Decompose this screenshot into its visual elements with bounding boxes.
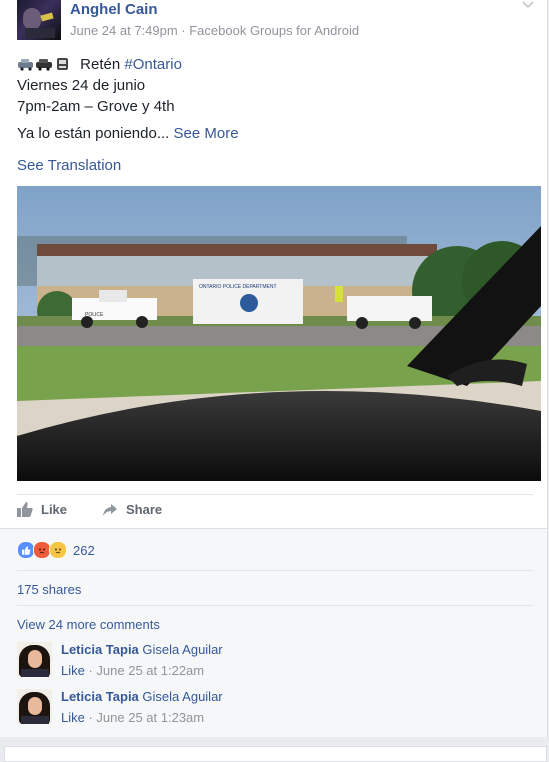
trailer-sign: ONTARIO POLICE DEPARTMENT	[199, 284, 277, 290]
comment-meta: Like · June 25 at 1:23am	[61, 710, 204, 725]
author-name[interactable]: Anghel Cain	[70, 1, 158, 18]
tagged-user[interactable]: Gisela Aguilar	[142, 689, 222, 704]
share-label: Share	[126, 502, 163, 517]
see-more-link[interactable]: See More	[174, 125, 239, 142]
commenter-avatar[interactable]	[17, 689, 52, 724]
see-translation-link[interactable]: See Translation	[17, 157, 121, 174]
shares-count[interactable]: 175 shares	[17, 582, 81, 597]
like-label: Like	[41, 502, 68, 517]
commenter-name[interactable]: Leticia Tapia	[61, 689, 139, 704]
thumbs-up-icon	[17, 502, 33, 517]
post-line-3: 7pm-2am – Grove y 4th	[17, 98, 175, 115]
comment-time: · June 25 at 1:23am	[88, 710, 205, 725]
next-post-card	[4, 746, 547, 762]
photo-scene: ONTARIO POLICE DEPARTMENT POLICE	[17, 186, 541, 481]
divider	[17, 570, 533, 571]
commenter-name[interactable]: Leticia Tapia	[61, 642, 139, 657]
author-avatar[interactable]	[17, 0, 61, 40]
comment-header: Leticia Tapia Gisela Aguilar	[61, 689, 223, 704]
post-word: Retén	[80, 56, 121, 73]
share-arrow-icon	[103, 503, 117, 516]
tagged-user[interactable]: Gisela Aguilar	[142, 642, 222, 657]
post-line-1: Retén #Ontario	[17, 56, 182, 73]
divider	[17, 494, 533, 495]
post-line-4: Ya lo están poniendo... See More	[17, 125, 239, 142]
sad-reaction-icon	[49, 541, 67, 559]
post-photo[interactable]: ONTARIO POLICE DEPARTMENT POLICE	[17, 186, 541, 481]
commenter-avatar[interactable]	[17, 642, 52, 677]
chevron-down-icon[interactable]	[522, 0, 534, 10]
post-meta: June 24 at 7:49pm · Facebook Groups for …	[70, 23, 360, 38]
feedback-section	[0, 528, 547, 737]
police-emoji-icons	[17, 57, 73, 71]
comment-header: Leticia Tapia Gisela Aguilar	[61, 642, 223, 657]
comment-like-link[interactable]: Like	[61, 710, 85, 725]
reaction-summary[interactable]: 262	[17, 541, 95, 559]
post-text-preview: Ya lo están poniendo...	[17, 125, 170, 142]
share-button[interactable]: Share	[102, 502, 162, 517]
reaction-count[interactable]: 262	[73, 543, 95, 558]
comment-time: · June 25 at 1:22am	[88, 663, 205, 678]
hashtag-link[interactable]: #Ontario	[124, 56, 182, 73]
comment-meta: Like · June 25 at 1:22am	[61, 663, 204, 678]
divider	[17, 605, 533, 606]
like-button[interactable]: Like	[17, 502, 67, 517]
post-card: Anghel Cain June 24 at 7:49pm · Facebook…	[0, 0, 548, 737]
view-more-comments-link[interactable]: View 24 more comments	[17, 617, 160, 632]
post-line-2: Viernes 24 de junio	[17, 77, 146, 94]
comment-like-link[interactable]: Like	[61, 663, 85, 678]
